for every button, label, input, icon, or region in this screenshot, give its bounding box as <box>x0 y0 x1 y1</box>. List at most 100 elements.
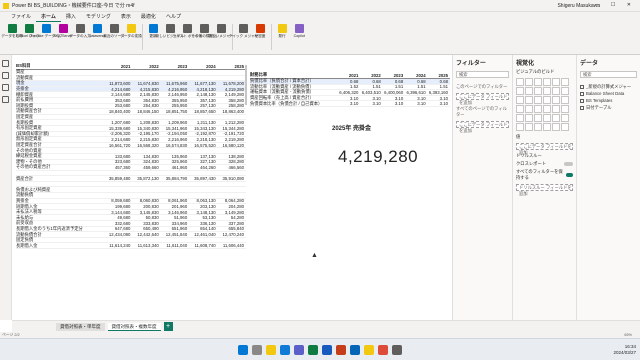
table-view-icon[interactable] <box>2 72 9 79</box>
visual-type-icon[interactable] <box>516 123 524 131</box>
visual-type-icon[interactable] <box>543 96 551 104</box>
visual-type-icon[interactable] <box>516 87 524 95</box>
cross-report-toggle[interactable]: クロスレポート <box>516 161 573 167</box>
tab-view[interactable]: 表示 <box>116 12 136 22</box>
visual-type-icon[interactable] <box>561 87 569 95</box>
filter-search-input[interactable]: 検索 <box>456 71 509 78</box>
filter-well-page[interactable]: ここにデータ フィールドを追加 <box>456 93 509 105</box>
teams-icon[interactable] <box>294 344 304 355</box>
ribbon-button-14[interactable]: 秘密度 <box>252 24 268 39</box>
search-icon[interactable] <box>252 344 262 355</box>
visual-type-icon[interactable] <box>516 114 524 122</box>
dax-query-icon[interactable] <box>2 96 9 103</box>
settings-icon[interactable] <box>392 344 402 355</box>
visual-type-icon[interactable] <box>534 114 542 122</box>
visual-type-icon[interactable] <box>552 96 560 104</box>
add-page-icon[interactable]: + <box>163 322 173 331</box>
drillthrough-well[interactable]: ドリルスルー フィールドを追加 <box>516 184 573 196</box>
visual-type-icon[interactable] <box>561 114 569 122</box>
visual-type-icon[interactable] <box>525 123 533 131</box>
visual-type-icon[interactable] <box>534 87 542 95</box>
data-table-item[interactable]: BS Templates <box>580 97 637 104</box>
tab-help[interactable]: ヘルプ <box>161 12 186 22</box>
visual-type-icon[interactable] <box>534 96 542 104</box>
values-well[interactable]: ここにデータ フィールドを追加 <box>516 143 573 155</box>
visual-type-icon[interactable] <box>552 105 560 113</box>
keep-filters-toggle[interactable]: すべてのフィルターを保持する <box>516 169 573 181</box>
visual-type-icon[interactable] <box>534 123 542 131</box>
data-table-item[interactable]: 日付テーブル <box>580 104 637 111</box>
matrix-cell: 6,396,610 <box>406 89 426 95</box>
matrix-row[interactable]: その他の資産合計 457,360 459,660 461,960 464,260 466,… <box>16 164 246 171</box>
visual-type-icon[interactable] <box>525 114 533 122</box>
visual-type-icon[interactable] <box>543 114 551 122</box>
report-view-icon[interactable] <box>2 60 9 67</box>
visual-type-icon[interactable] <box>543 123 551 131</box>
matrix-scrollbar[interactable] <box>245 65 247 105</box>
matrix-cell: -2,191,720 <box>223 131 245 137</box>
tab-optimize[interactable]: 最適化 <box>136 12 161 22</box>
visual-type-icon[interactable] <box>525 87 533 95</box>
tab-file[interactable]: ファイル <box>6 12 36 22</box>
matrix-cell: 6,400,060 <box>384 89 404 95</box>
chrome-icon[interactable] <box>378 344 388 355</box>
file-explorer-icon[interactable] <box>266 344 276 355</box>
model-view-icon[interactable] <box>2 84 9 91</box>
ratio-matrix[interactable]: 財務比率 2021 2022 2023 2024 2025 負債比率（負債合計 / 資本合計… <box>250 72 450 107</box>
visual-type-icon[interactable] <box>543 105 551 113</box>
ribbon-button-4[interactable]: データの入力 <box>69 24 91 39</box>
visual-type-icon[interactable] <box>552 78 560 86</box>
visual-type-icon[interactable] <box>552 87 560 95</box>
visual-type-icon[interactable] <box>543 78 551 86</box>
data-table-item[interactable]: _新規の計算式メジャー <box>580 83 637 90</box>
visual-type-icon[interactable] <box>525 96 533 104</box>
visual-type-icon[interactable] <box>561 78 569 86</box>
matrix-row[interactable]: 長期借入金 11,614,240 11,613,340 11,611,040 11,60… <box>16 243 246 249</box>
ribbon-button-2[interactable]: OneLake データハブ <box>29 24 63 39</box>
visual-type-icon[interactable] <box>552 123 560 131</box>
ribbon-button-16[interactable]: Copilot <box>291 24 307 39</box>
toggle-icon[interactable] <box>564 162 573 166</box>
powerpoint-icon[interactable] <box>336 344 346 355</box>
matrix-row[interactable]: 資産合計 35,859,480 35,872,130 35,884,790 35,897… <box>16 176 246 182</box>
data-table-item[interactable]: Balance Sheet Data <box>580 90 637 97</box>
tab-home[interactable]: ホーム <box>36 12 61 22</box>
matrix-row[interactable]: 負債資本比率（負債合計 / 自己資本） 3.10 3.10 3.10 3.10 3.10 <box>250 101 450 107</box>
outlook-icon[interactable] <box>350 344 360 355</box>
visual-type-icon[interactable] <box>552 114 560 122</box>
user-name[interactable]: Shigeru Masukawa <box>557 3 600 9</box>
visual-type-icon[interactable] <box>561 105 569 113</box>
visual-type-icon[interactable] <box>525 105 533 113</box>
word-icon[interactable] <box>322 344 332 355</box>
ribbon-button-0[interactable]: データを取得 <box>1 24 23 39</box>
tab-insert[interactable]: 挿入 <box>61 12 81 22</box>
report-canvas[interactable]: BS科目 2021 2022 2023 2024 2025 資産 流動資産 現金 11,873,6… <box>12 55 452 320</box>
visual-type-icon[interactable] <box>534 105 542 113</box>
visual-type-icon[interactable] <box>561 96 569 104</box>
visual-type-icon[interactable] <box>525 78 533 86</box>
power-bi-icon[interactable] <box>364 344 374 355</box>
visual-type-icon[interactable] <box>516 96 524 104</box>
visual-type-icon[interactable] <box>543 87 551 95</box>
start-icon[interactable] <box>238 344 248 355</box>
visual-type-icon[interactable] <box>534 78 542 86</box>
window-controls[interactable]: ─ ☐ ✕ <box>596 2 636 8</box>
tab-modeling[interactable]: モデリング <box>81 12 116 22</box>
ribbon-button-15[interactable]: 発行 <box>274 24 290 39</box>
balance-sheet-matrix[interactable]: BS科目 2021 2022 2023 2024 2025 資産 流動資産 現金 11,873,6… <box>16 63 246 355</box>
data-search-input[interactable]: 検索 <box>580 71 637 78</box>
excel-icon[interactable] <box>308 344 318 355</box>
filter-well-all[interactable]: ここにデータ フィールドを追加 <box>456 121 509 133</box>
edge-icon[interactable] <box>280 344 290 355</box>
toggle-on-icon[interactable] <box>565 173 573 177</box>
visual-type-icon[interactable] <box>516 78 524 86</box>
page-tab-single-year[interactable]: 貸借対照表・単年度 <box>56 322 105 331</box>
system-tray[interactable]: 16:34 2024/03/27 <box>613 344 636 355</box>
matrix-cell: 257,130 <box>200 103 216 109</box>
page-tab-multi-year[interactable]: 貸借対照表・複数年度 <box>107 322 161 331</box>
ribbon-button-13[interactable]: クイック メジャー <box>228 24 258 39</box>
visual-type-icon[interactable] <box>561 123 569 131</box>
ribbon-button-7[interactable]: データの変換 <box>120 24 142 39</box>
visual-type-icon[interactable] <box>516 105 524 113</box>
ribbon-button-12[interactable]: 新しいメジャー <box>208 24 234 39</box>
